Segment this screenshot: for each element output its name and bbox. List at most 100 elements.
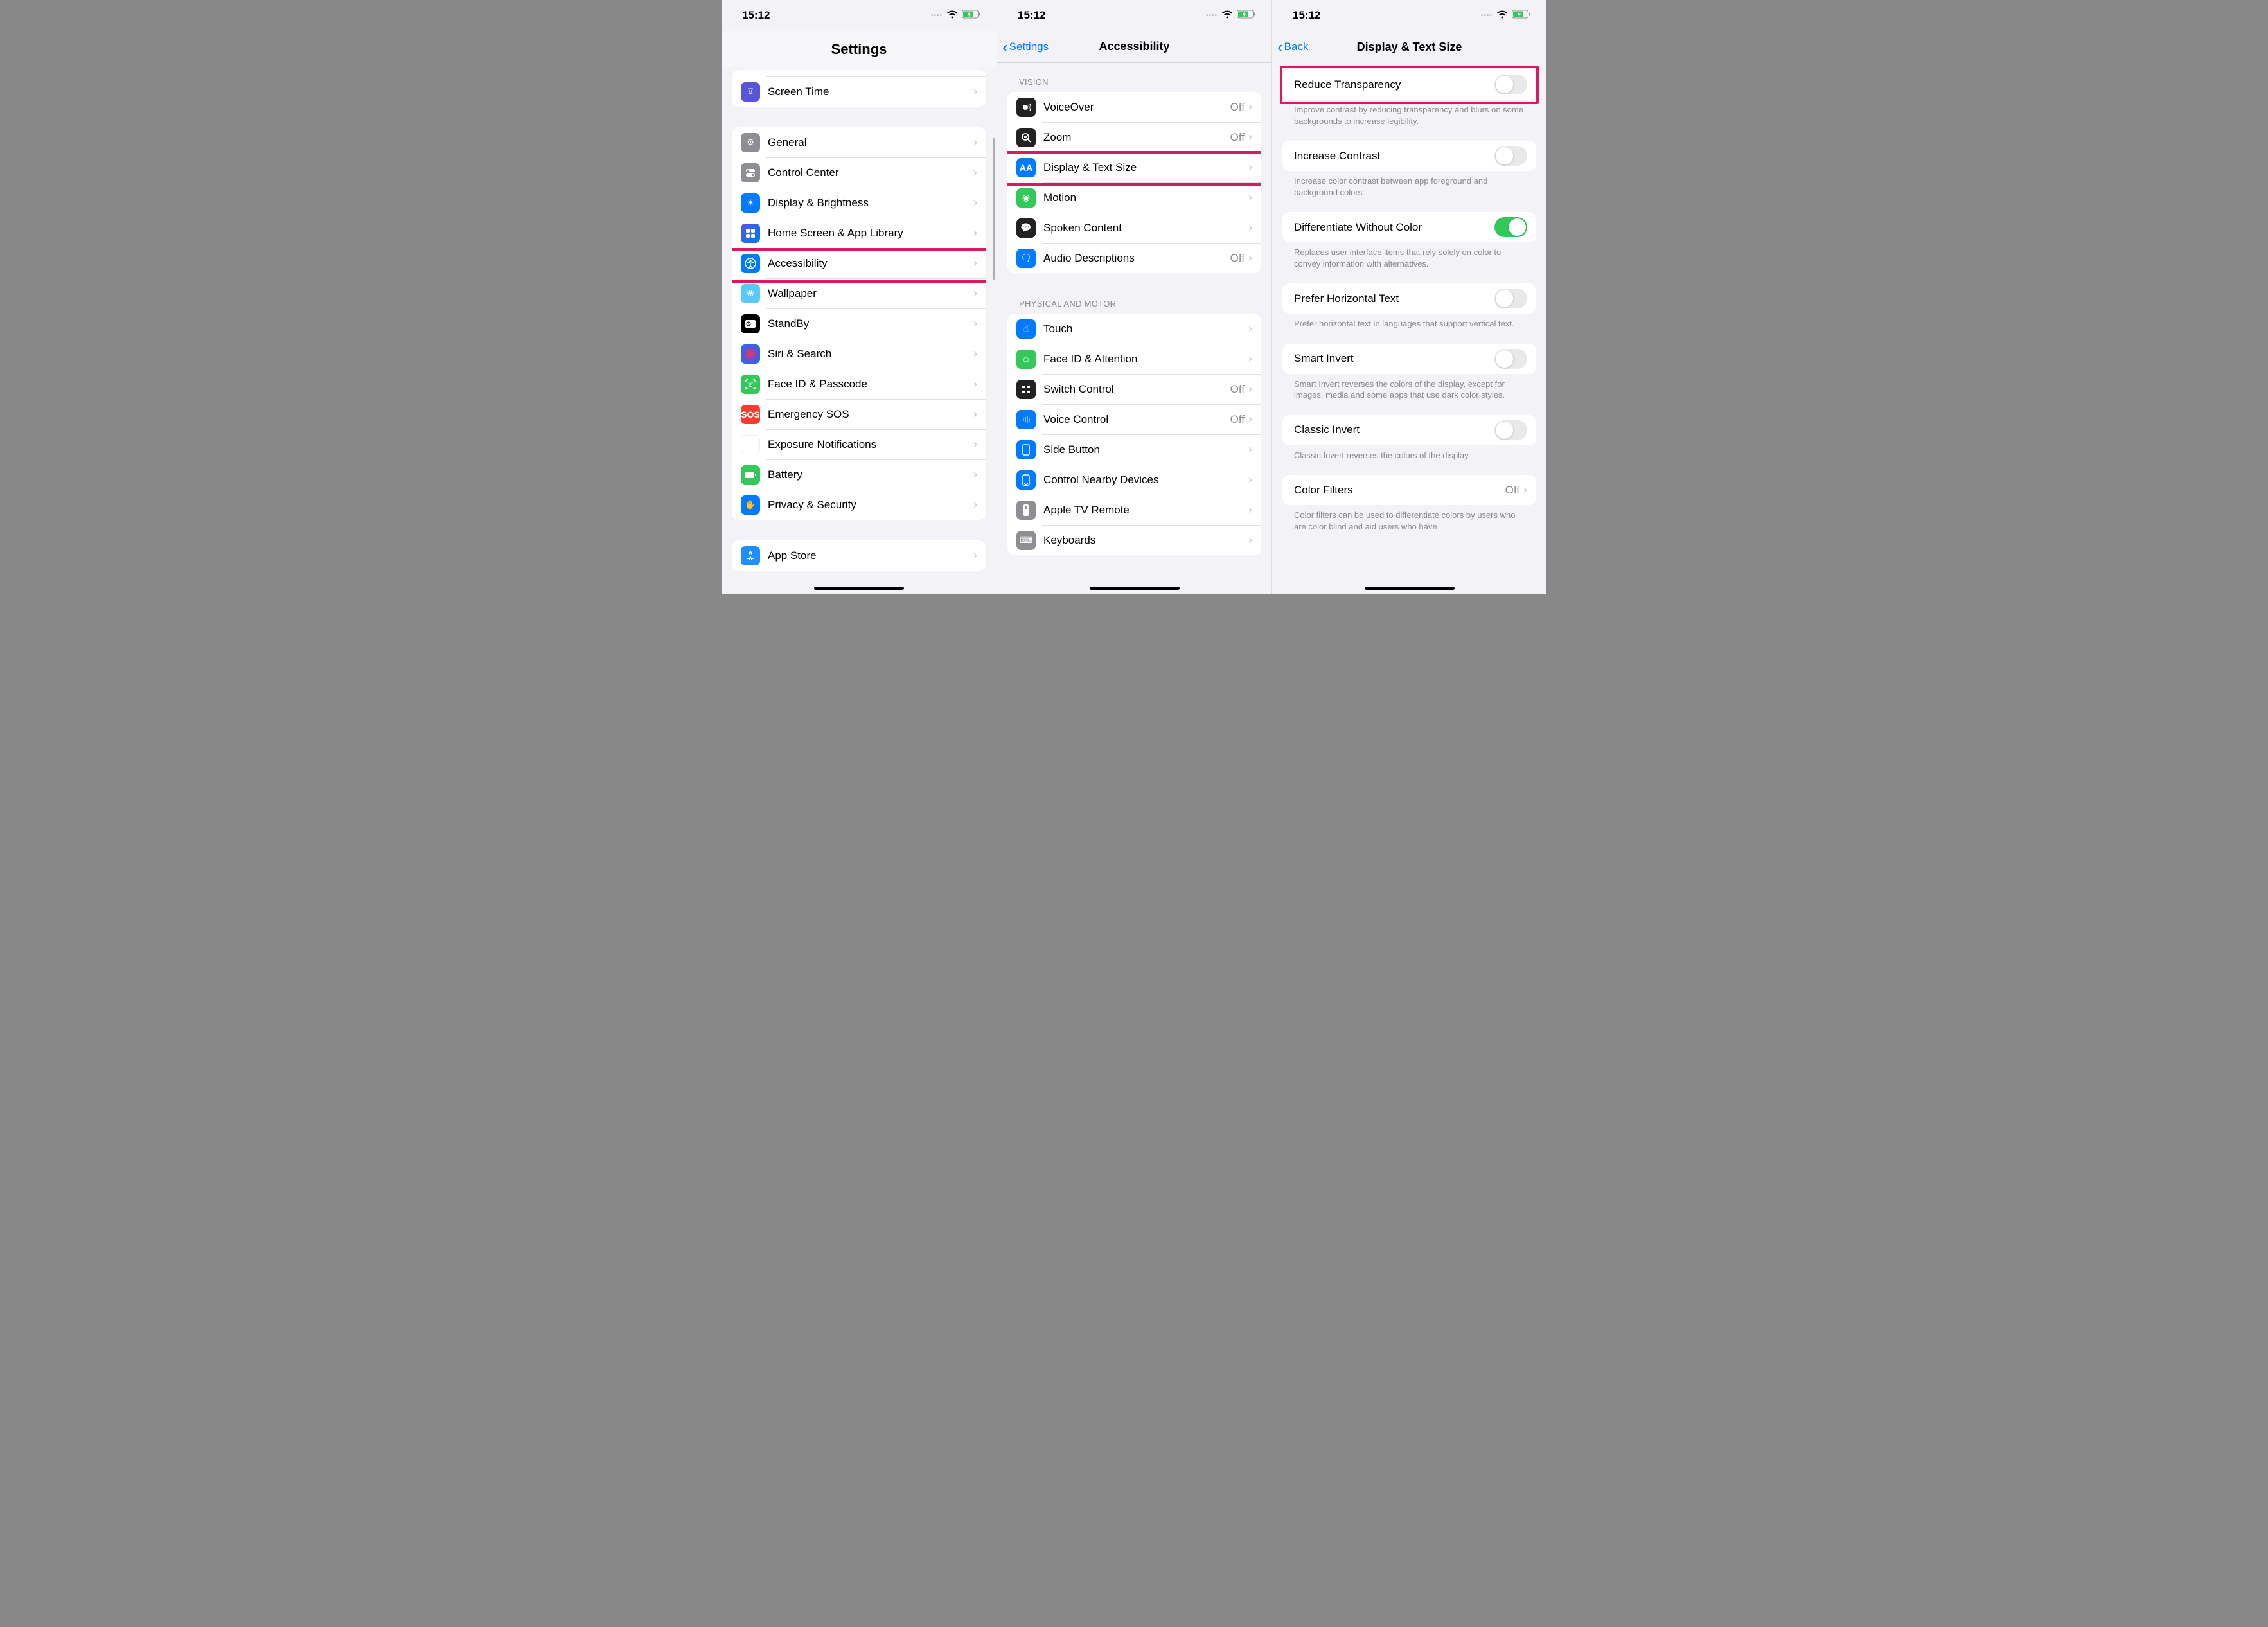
row-touch[interactable]: ☝︎ Touch › <box>1007 314 1261 344</box>
toggle-prefer-horizontal[interactable] <box>1494 289 1527 308</box>
row-side-button[interactable]: Side Button › <box>1007 434 1261 465</box>
row-standby[interactable]: StandBy › <box>732 308 986 339</box>
toggle-classic-invert[interactable] <box>1494 420 1527 440</box>
chevron-right-icon: › <box>1248 130 1252 144</box>
row-exposure-notifications[interactable]: ⦿ Exposure Notifications › <box>732 429 986 459</box>
row-label: Keyboards <box>1043 534 1248 547</box>
nearby-icon <box>1016 470 1036 490</box>
group-reduce-transparency: Reduce Transparency <box>1282 69 1536 100</box>
row-label: VoiceOver <box>1043 101 1230 114</box>
row-classic-invert[interactable]: Classic Invert <box>1282 415 1536 445</box>
row-display-brightness[interactable]: ☀︎ Display & Brightness › <box>732 188 986 218</box>
display-text-content[interactable]: Reduce Transparency Improve contrast by … <box>1272 63 1546 594</box>
page-title: Display & Text Size <box>1272 40 1546 54</box>
row-label: Wallpaper <box>768 287 973 300</box>
voiceover-icon <box>1016 98 1036 117</box>
hourglass-icon: ⌛︎ <box>741 82 760 102</box>
motor-group: ☝︎ Touch › ☺︎ Face ID & Attention › Swit… <box>1007 314 1261 555</box>
row-keyboards[interactable]: ⌨︎ Keyboards › <box>1007 525 1261 555</box>
toggle-differentiate-color[interactable] <box>1494 217 1527 237</box>
section-header-vision: VISION <box>997 63 1271 92</box>
status-time: 15:12 <box>1018 9 1045 22</box>
row-battery[interactable]: Battery › <box>732 459 986 490</box>
row-value: Off <box>1230 131 1245 144</box>
status-time: 15:12 <box>742 9 770 22</box>
home-indicator[interactable] <box>1365 587 1455 590</box>
row-label: Classic Invert <box>1294 423 1494 436</box>
row-label: Increase Contrast <box>1294 150 1494 163</box>
chevron-right-icon: › <box>1248 443 1252 456</box>
text-size-icon: AA <box>1016 158 1036 177</box>
accessibility-content[interactable]: VISION VoiceOver Off › Zoom Off › AA Dis… <box>997 63 1271 594</box>
exposure-icon: ⦿ <box>741 435 760 454</box>
wifi-icon <box>1221 9 1233 22</box>
row-smart-invert[interactable]: Smart Invert <box>1282 344 1536 374</box>
row-label: Control Nearby Devices <box>1043 474 1248 486</box>
chevron-right-icon: › <box>1248 191 1252 204</box>
settings-content[interactable]: ⌛︎ Screen Time › ⚙︎ General › Control Ce… <box>722 67 997 594</box>
toggle-increase-contrast[interactable] <box>1494 146 1527 166</box>
home-indicator[interactable] <box>814 587 904 590</box>
chevron-right-icon: › <box>1248 221 1252 235</box>
status-time: 15:12 <box>1293 9 1320 22</box>
row-privacy-security[interactable]: ✋ Privacy & Security › <box>732 490 986 520</box>
back-label: Settings <box>1009 40 1049 53</box>
chevron-right-icon: › <box>1248 473 1252 486</box>
row-apple-tv-remote[interactable]: Apple TV Remote › <box>1007 495 1261 525</box>
clock-icon <box>741 314 760 333</box>
row-reduce-transparency[interactable]: Reduce Transparency <box>1282 69 1536 100</box>
remote-icon <box>1016 501 1036 520</box>
row-emergency-sos[interactable]: SOS Emergency SOS › <box>732 399 986 429</box>
voice-control-icon <box>1016 410 1036 429</box>
back-button[interactable]: ‹ Settings <box>997 39 1049 55</box>
row-audio-descriptions[interactable]: 🗨︎ Audio Descriptions Off › <box>1007 243 1261 273</box>
row-prefer-horizontal[interactable]: Prefer Horizontal Text <box>1282 283 1536 314</box>
accessibility-icon <box>741 254 760 273</box>
row-switch-control[interactable]: Switch Control Off › <box>1007 374 1261 404</box>
row-label: General <box>768 136 973 149</box>
audio-desc-icon: 🗨︎ <box>1016 249 1036 268</box>
back-button[interactable]: ‹ Back <box>1272 39 1308 55</box>
row-siri-search[interactable]: Siri & Search › <box>732 339 986 369</box>
row-increase-contrast[interactable]: Increase Contrast <box>1282 141 1536 171</box>
home-indicator[interactable] <box>1090 587 1180 590</box>
row-home-screen[interactable]: Home Screen & App Library › <box>732 218 986 248</box>
row-spoken-content[interactable]: 💬 Spoken Content › <box>1007 213 1261 243</box>
row-unknown-top[interactable] <box>732 70 986 76</box>
battery-charging-icon <box>962 9 981 22</box>
row-faceid-passcode[interactable]: Face ID & Passcode › <box>732 369 986 399</box>
row-label: Reduce Transparency <box>1294 78 1494 91</box>
footer-differentiate-color: Replaces user interface items that rely … <box>1272 242 1546 274</box>
row-general[interactable]: ⚙︎ General › <box>732 127 986 157</box>
zoom-icon <box>1016 128 1036 147</box>
row-voice-control[interactable]: Voice Control Off › <box>1007 404 1261 434</box>
row-control-nearby[interactable]: Control Nearby Devices › <box>1007 465 1261 495</box>
cellular-dots-icon: •••• <box>1206 12 1218 19</box>
row-differentiate-color[interactable]: Differentiate Without Color <box>1282 212 1536 242</box>
row-voiceover[interactable]: VoiceOver Off › <box>1007 92 1261 122</box>
row-screen-time[interactable]: ⌛︎ Screen Time › <box>732 76 986 107</box>
gear-icon: ⚙︎ <box>741 133 760 152</box>
row-motion[interactable]: ◉ Motion › <box>1007 182 1261 213</box>
row-faceid-attention[interactable]: ☺︎ Face ID & Attention › <box>1007 344 1261 374</box>
chevron-right-icon: › <box>1248 382 1252 396</box>
row-display-text-size[interactable]: AA Display & Text Size › <box>1007 152 1261 182</box>
row-accessibility[interactable]: Accessibility › <box>732 248 986 278</box>
row-label: Face ID & Attention <box>1043 353 1248 366</box>
row-label: Side Button <box>1043 443 1248 456</box>
chevron-right-icon: › <box>1523 483 1527 497</box>
row-label: StandBy <box>768 317 973 330</box>
toggle-reduce-transparency[interactable] <box>1494 75 1527 94</box>
scrollbar[interactable] <box>993 138 995 280</box>
chevron-right-icon: › <box>1248 352 1252 366</box>
row-app-store[interactable]: App Store › <box>732 540 986 571</box>
row-zoom[interactable]: Zoom Off › <box>1007 122 1261 152</box>
toggle-smart-invert[interactable] <box>1494 349 1527 369</box>
speech-bubble-icon: 💬 <box>1016 218 1036 238</box>
row-control-center[interactable]: Control Center › <box>732 157 986 188</box>
chevron-right-icon: › <box>973 407 977 421</box>
touch-icon: ☝︎ <box>1016 319 1036 339</box>
chevron-right-icon: › <box>973 136 977 149</box>
row-wallpaper[interactable]: ❀ Wallpaper › <box>732 278 986 308</box>
row-color-filters[interactable]: Color Filters Off › <box>1282 475 1536 505</box>
